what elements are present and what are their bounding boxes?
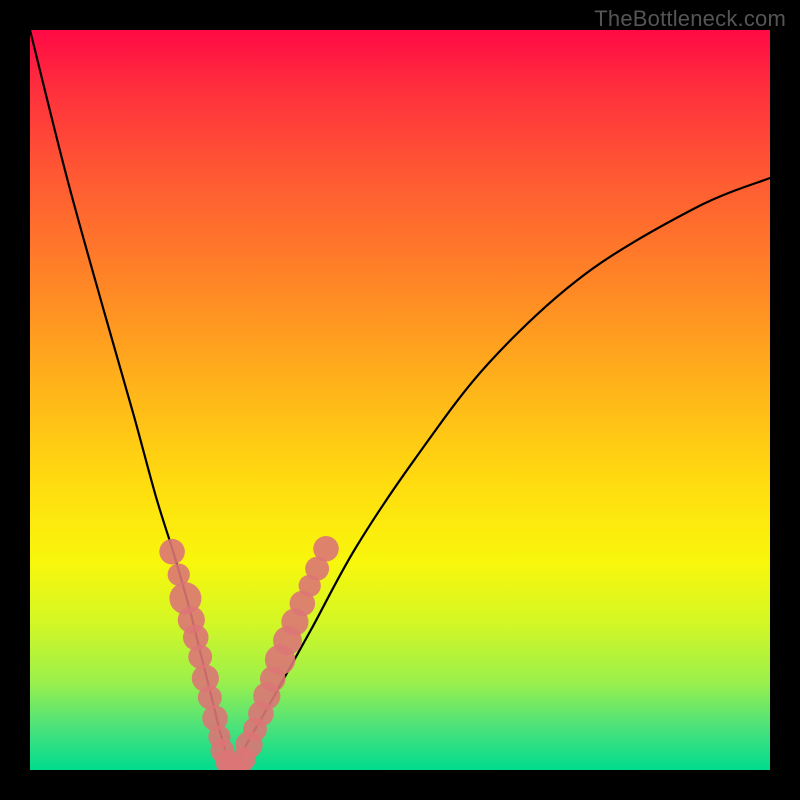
data-marker <box>313 536 339 562</box>
plot-area <box>30 30 770 770</box>
bottleneck-curve <box>30 30 770 770</box>
chart-root: TheBottleneck.com <box>0 0 800 800</box>
data-marker <box>159 539 185 565</box>
data-markers <box>159 536 338 770</box>
plot-svg <box>30 30 770 770</box>
watermark-text: TheBottleneck.com <box>594 6 786 32</box>
